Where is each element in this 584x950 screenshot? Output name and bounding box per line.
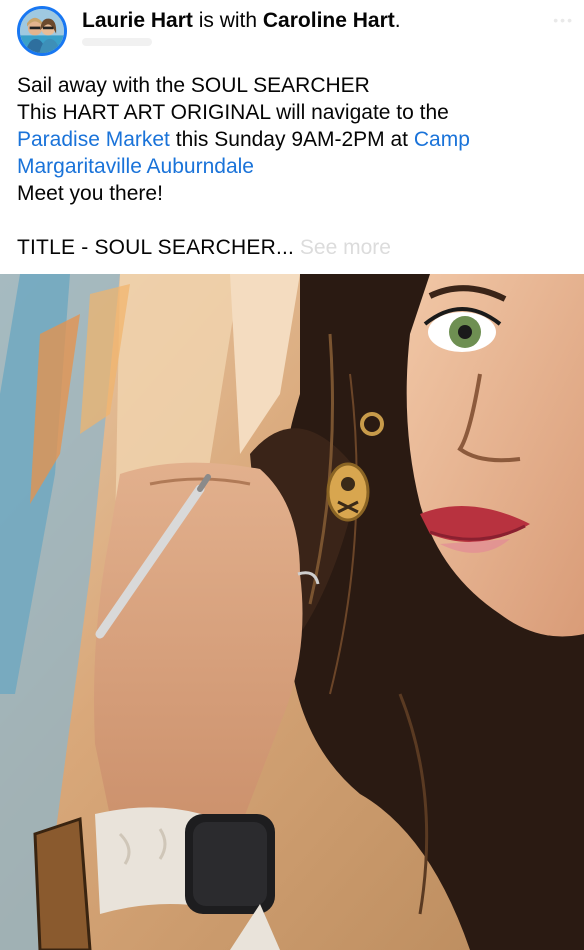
paradise-market-link[interactable]: Paradise Market — [17, 128, 170, 151]
caption-line-3: Paradise Market this Sunday 9AM-2PM at C… — [17, 126, 577, 153]
caption-line-4: Margaritaville Auburndale — [17, 153, 577, 180]
author-name[interactable]: Laurie Hart — [82, 9, 193, 32]
title-text: TITLE - SOUL SEARCHER... — [17, 236, 295, 259]
post-caption: Sail away with the SOUL SEARCHER This HA… — [17, 72, 577, 261]
caption-title-line: TITLE - SOUL SEARCHER... See more — [17, 234, 577, 261]
post-photo[interactable] — [0, 274, 584, 950]
post-meta-faded — [82, 38, 152, 50]
margaritaville-link[interactable]: Margaritaville Auburndale — [17, 155, 254, 178]
post-author-line: Laurie Hart is with Caroline Hart. — [82, 7, 401, 35]
painting-photo — [0, 274, 584, 950]
with-connector: is with — [192, 9, 263, 32]
end-punctuation: . — [394, 9, 401, 32]
post-header: Laurie Hart is with Caroline Hart. ••• — [0, 0, 584, 66]
caption-line-3-text: this Sunday 9AM-2PM at — [169, 128, 414, 151]
avatar[interactable] — [17, 6, 67, 56]
profile-photo-icon — [20, 9, 64, 53]
see-more-link[interactable]: See more — [300, 236, 391, 259]
caption-line-1: Sail away with the SOUL SEARCHER — [17, 74, 370, 97]
camp-link[interactable]: Camp — [414, 128, 470, 151]
caption-line-5: Meet you there! — [17, 182, 163, 205]
more-options-icon[interactable]: ••• — [553, 12, 574, 28]
tagged-name[interactable]: Caroline Hart — [263, 9, 395, 32]
caption-line-2: This HART ART ORIGINAL will navigate to … — [17, 101, 449, 124]
